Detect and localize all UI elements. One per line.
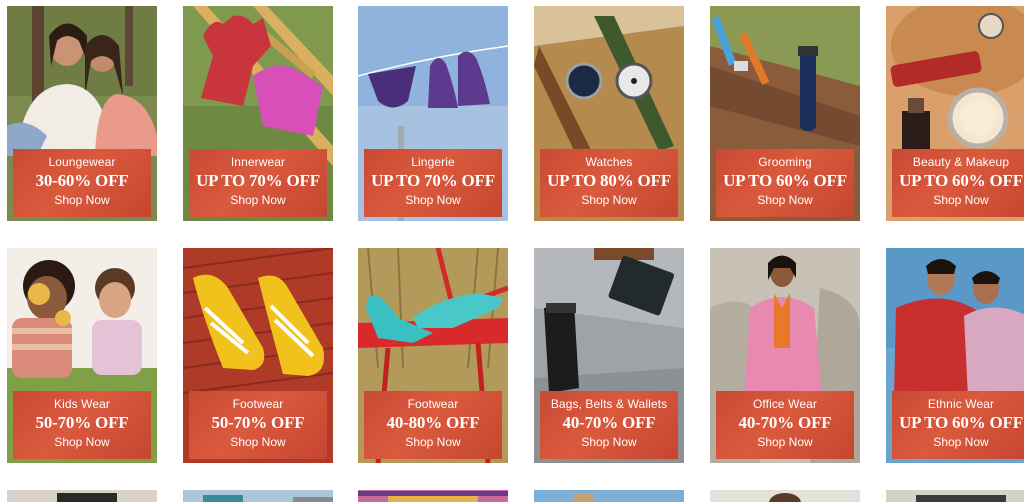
offer-badge: Bags, Belts & Wallets 40-70% OFF Shop No…: [540, 391, 678, 459]
tile-lingerie[interactable]: Lingerie UP TO 70% OFF Shop Now: [358, 6, 508, 221]
shop-now-link[interactable]: Shop Now: [364, 193, 502, 207]
discount-text: 40-80% OFF: [386, 413, 480, 432]
offer-badge: Footwear 40-80% OFF Shop Now: [364, 391, 502, 459]
offer-badge: Watches UP TO 80% OFF Shop Now: [540, 149, 678, 217]
category-label: Ethnic Wear: [927, 397, 995, 411]
offer-badge: Innerwear UP TO 70% OFF Shop Now: [189, 149, 327, 217]
category-label: Watches: [585, 155, 633, 169]
offer-badge: Grooming UP TO 60% OFF Shop Now: [716, 149, 854, 217]
shop-now-link[interactable]: Shop Now: [716, 193, 854, 207]
tile-ethnic-wear[interactable]: Ethnic Wear UP TO 60% OFF Shop Now: [886, 248, 1024, 463]
category-label: Bags, Belts & Wallets: [550, 397, 668, 411]
shop-now-link[interactable]: Shop Now: [189, 435, 327, 449]
category-label: Kids Wear: [53, 397, 111, 411]
discount-text: UP TO 70% OFF: [371, 171, 495, 190]
next-row-tile-peek: [886, 490, 1024, 502]
category-label: Lingerie: [411, 155, 455, 169]
discount-text: UP TO 70% OFF: [196, 171, 320, 190]
tile-beauty-makeup[interactable]: Beauty & Makeup UP TO 60% OFF Shop Now: [886, 6, 1024, 221]
discount-text: UP TO 60% OFF: [723, 171, 847, 190]
shop-now-link[interactable]: Shop Now: [13, 193, 151, 207]
discount-text: UP TO 60% OFF: [899, 413, 1023, 432]
tile-bags-belts-wallets[interactable]: Bags, Belts & Wallets 40-70% OFF Shop No…: [534, 248, 684, 463]
discount-text: 50-70% OFF: [211, 413, 305, 432]
category-label: Footwear: [232, 397, 284, 411]
shop-now-link[interactable]: Shop Now: [892, 435, 1024, 449]
offer-badge: Loungewear 30-60% OFF Shop Now: [13, 149, 151, 217]
tile-office-wear[interactable]: Office Wear 40-70% OFF Shop Now: [710, 248, 860, 463]
tile-watches[interactable]: Watches UP TO 80% OFF Shop Now: [534, 6, 684, 221]
tile-footwear-heels[interactable]: Footwear 40-80% OFF Shop Now: [358, 248, 508, 463]
next-row-tile-peek: [183, 490, 333, 502]
offer-badge: Kids Wear 50-70% OFF Shop Now: [13, 391, 151, 459]
tile-footwear-sneakers[interactable]: Footwear 50-70% OFF Shop Now: [183, 248, 333, 463]
discount-text: 40-70% OFF: [562, 413, 656, 432]
shop-now-link[interactable]: Shop Now: [364, 435, 502, 449]
discount-text: 40-70% OFF: [738, 413, 832, 432]
offer-grid: Loungewear 30-60% OFF Shop Now Innerwear…: [0, 0, 1024, 502]
category-label: Beauty & Makeup: [912, 155, 1010, 169]
category-label: Grooming: [758, 155, 812, 169]
tile-kids-wear[interactable]: Kids Wear 50-70% OFF Shop Now: [7, 248, 157, 463]
shop-now-link[interactable]: Shop Now: [189, 193, 327, 207]
offer-badge: Beauty & Makeup UP TO 60% OFF Shop Now: [892, 149, 1024, 217]
tile-loungewear[interactable]: Loungewear 30-60% OFF Shop Now: [7, 6, 157, 221]
shop-now-link[interactable]: Shop Now: [540, 193, 678, 207]
next-row-tile-peek: [7, 490, 157, 502]
discount-text: UP TO 80% OFF: [547, 171, 671, 190]
shop-now-link[interactable]: Shop Now: [716, 435, 854, 449]
offer-badge: Ethnic Wear UP TO 60% OFF Shop Now: [892, 391, 1024, 459]
offer-badge: Office Wear 40-70% OFF Shop Now: [716, 391, 854, 459]
category-label: Loungewear: [48, 155, 116, 169]
category-label: Innerwear: [230, 155, 286, 169]
offer-badge: Footwear 50-70% OFF Shop Now: [189, 391, 327, 459]
category-label: Footwear: [407, 397, 459, 411]
next-row-tile-peek: [710, 490, 860, 502]
discount-text: 30-60% OFF: [35, 171, 129, 190]
discount-text: 50-70% OFF: [35, 413, 129, 432]
next-row-tile-peek: [534, 490, 684, 502]
shop-now-link[interactable]: Shop Now: [892, 193, 1024, 207]
tile-innerwear[interactable]: Innerwear UP TO 70% OFF Shop Now: [183, 6, 333, 221]
tile-grooming[interactable]: Grooming UP TO 60% OFF Shop Now: [710, 6, 860, 221]
shop-now-link[interactable]: Shop Now: [540, 435, 678, 449]
discount-text: UP TO 60% OFF: [899, 171, 1023, 190]
next-row-tile-peek: [358, 490, 508, 502]
category-label: Office Wear: [752, 397, 817, 411]
offer-badge: Lingerie UP TO 70% OFF Shop Now: [364, 149, 502, 217]
shop-now-link[interactable]: Shop Now: [13, 435, 151, 449]
